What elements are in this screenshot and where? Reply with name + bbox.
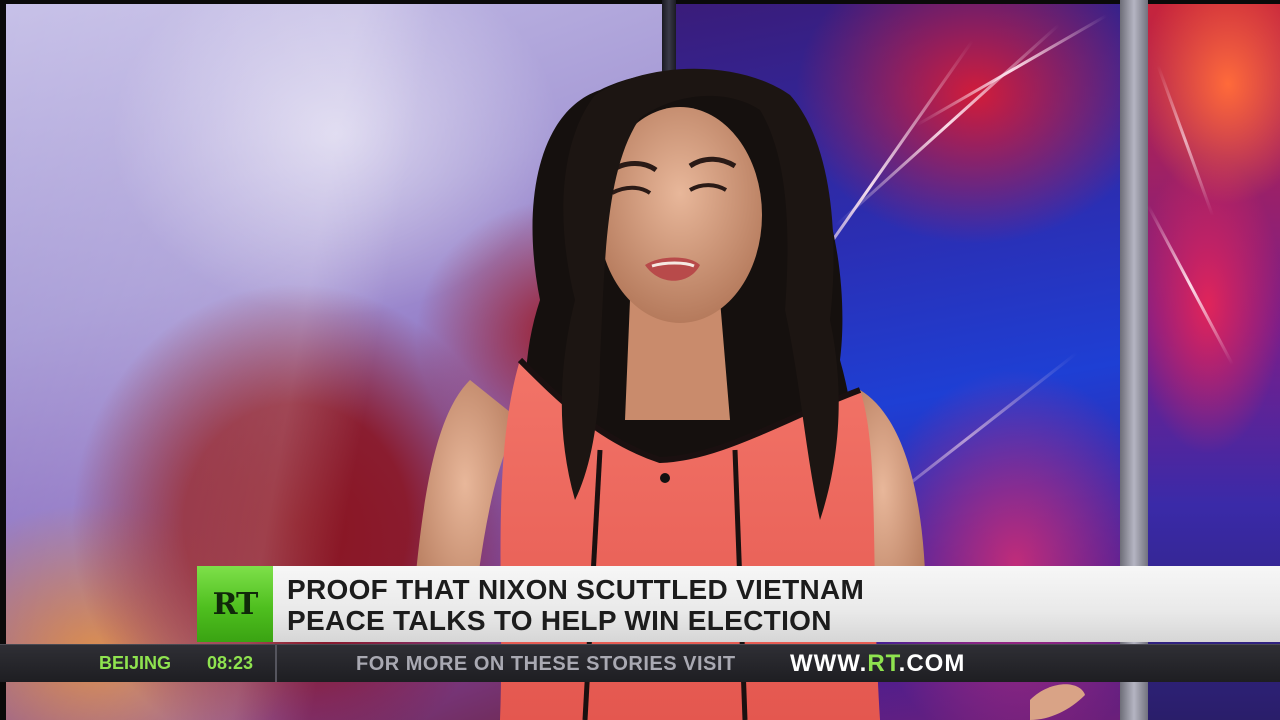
ticker-city: BEIJING [99, 653, 172, 673]
ticker-separator [275, 645, 277, 682]
rt-logo-text: RT [212, 586, 259, 622]
ticker-website-url: WWW.RT.COM [790, 650, 965, 678]
ticker-bar: BEIJING 08:23 FOR MORE ON THESE STORIES … [0, 644, 1280, 682]
ticker-visit-text: FOR MORE ON THESE STORIES VISIT [356, 653, 736, 675]
broadcast-frame: RT PROOF THAT NIXON SCUTTLED VIETNAM PEA… [0, 0, 1280, 720]
headline-line-2: PEACE TALKS TO HELP WIN ELECTION [287, 605, 832, 636]
url-suffix: .COM [898, 650, 966, 677]
headline-line-1: PROOF THAT NIXON SCUTTLED VIETNAM [287, 574, 865, 605]
ticker-time: 08:23 [207, 653, 254, 673]
url-prefix: WWW. [790, 650, 868, 677]
url-brand: RT [867, 650, 899, 677]
headline-bar: PROOF THAT NIXON SCUTTLED VIETNAM PEACE … [273, 566, 1280, 642]
rt-logo: RT [197, 566, 273, 642]
